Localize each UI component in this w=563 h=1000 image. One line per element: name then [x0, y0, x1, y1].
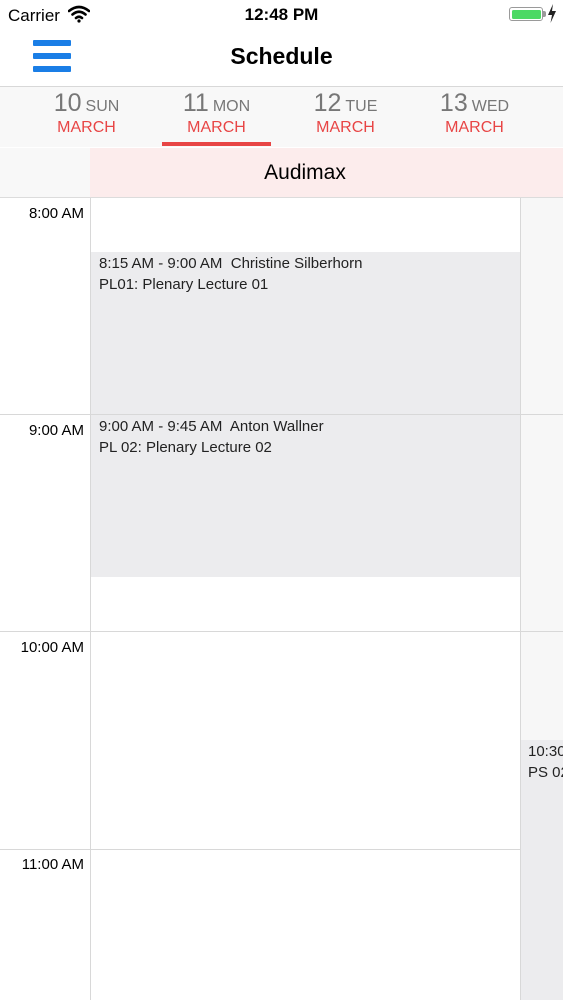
event-time-speaker: 8:15 AM - 9:00 AM Christine Silberhorn	[99, 255, 362, 272]
battery-icon	[509, 7, 543, 21]
hour-divider	[0, 849, 563, 850]
event-time: 10:30	[528, 743, 563, 760]
event-speaker: Christine Silberhorn	[230, 255, 363, 272]
event-time: 8:15 AM - 9:00 AM	[99, 255, 223, 272]
hour-label-11am: 11:00 AM	[21, 856, 84, 873]
page-title: Schedule	[230, 43, 333, 69]
hour-label-8am: 8:00 AM	[28, 205, 84, 222]
day-weekday: MON	[212, 98, 251, 115]
room-column-divider	[520, 198, 521, 1000]
charging-bolt-icon	[548, 4, 556, 23]
day-weekday: SUN	[85, 98, 120, 115]
event-time-speaker: 9:00 AM - 9:45 AM Anton Wallner	[99, 418, 324, 435]
day-weekday: WED	[471, 98, 510, 115]
tab-day-11[interactable]: 11 MON MARCH	[152, 87, 281, 147]
event-block-next-room[interactable]: 10:30 PS 02	[521, 740, 563, 1000]
day-number: 10	[53, 89, 82, 117]
event-time: 9:00 AM - 9:45 AM	[99, 418, 223, 435]
event-title: PL 02: Plenary Lecture 02	[99, 439, 272, 456]
hour-label-9am: 9:00 AM	[28, 422, 84, 439]
event-title: PL01: Plenary Lecture 01	[99, 276, 269, 293]
event-title: PS 02	[528, 764, 563, 781]
day-number: 13	[439, 89, 468, 117]
hour-divider	[0, 631, 563, 632]
event-block[interactable]: 8:15 AM - 9:00 AM Christine Silberhorn P…	[91, 252, 520, 414]
tab-day-12[interactable]: 12 TUE MARCH	[281, 87, 410, 147]
day-month: MARCH	[316, 119, 375, 136]
schedule-grid[interactable]: 8:00 AM 9:00 AM 10:00 AM 11:00 AM 8:15 A…	[0, 198, 563, 1000]
day-number: 11	[182, 89, 209, 117]
tab-day-13[interactable]: 13 WED MARCH	[410, 87, 539, 147]
day-month: MARCH	[187, 119, 246, 136]
day-weekday: TUE	[345, 98, 378, 115]
event-speaker: Anton Wallner	[229, 418, 324, 435]
day-month: MARCH	[445, 119, 504, 136]
selected-tab-indicator	[162, 142, 271, 146]
room-name: Audimax	[264, 161, 346, 184]
day-month: MARCH	[57, 119, 116, 136]
battery-nub	[543, 11, 546, 17]
tab-day-10[interactable]: 10 SUN MARCH	[22, 87, 151, 147]
time-column-divider	[90, 198, 91, 1000]
day-tab-bar: 10 SUN MARCH 11 MON MARCH 12 TUE MARCH 13 WE…	[0, 87, 563, 147]
hour-label-10am: 10:00 AM	[20, 639, 84, 656]
event-block[interactable]: 9:00 AM - 9:45 AM Anton Wallner PL 02: P…	[91, 415, 520, 577]
status-time: 12:48 PM	[244, 5, 319, 24]
day-number: 12	[313, 89, 342, 117]
